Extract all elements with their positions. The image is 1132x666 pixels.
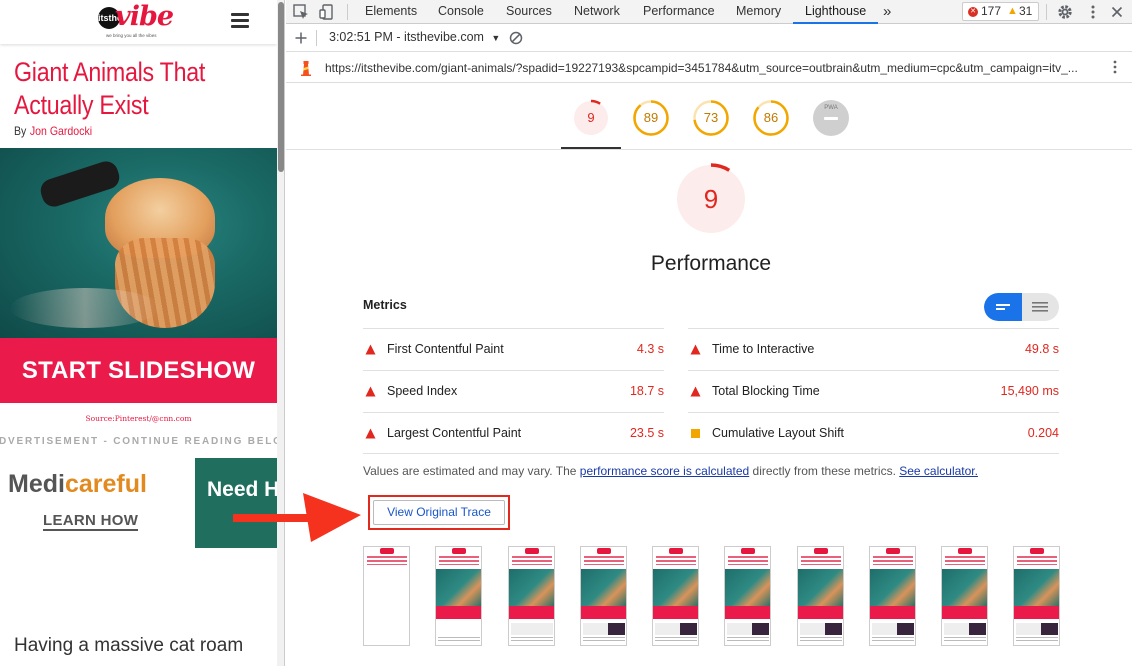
ad-medicareful[interactable]: Medicareful LEARN HOW: [0, 458, 190, 548]
performance-gauge: 9: [675, 163, 747, 235]
filmstrip-frame: [797, 546, 844, 646]
filmstrip-frame: [580, 546, 627, 646]
gauge-best-practices[interactable]: 73: [692, 99, 730, 137]
article-title: Giant Animals That Actually Exist: [14, 57, 206, 120]
site-logo[interactable]: itsthe vibe we bring you all the vibes: [98, 1, 178, 40]
devtools-tabbar: Elements Console Sources Network Perform…: [286, 0, 1132, 24]
metric-speed-index: Speed Index 18.7 s: [363, 370, 664, 412]
view-original-trace-button[interactable]: View Original Trace: [373, 500, 505, 525]
see-calculator-link[interactable]: See calculator.: [899, 464, 978, 478]
report-url-bar: https://itsthevibe.com/giant-animals/?sp…: [286, 52, 1132, 83]
filmstrip-frame: [363, 546, 410, 646]
metric-first-contentful-paint: First Contentful Paint 4.3 s: [363, 328, 664, 370]
report-menu-icon[interactable]: [1106, 58, 1124, 76]
preview-scrollbar-thumb[interactable]: [278, 2, 284, 172]
tab-sources[interactable]: Sources: [506, 0, 552, 24]
lighthouse-report-bar: 3:02:51 PM - itsthevibe.com ▼: [286, 25, 1132, 52]
ad-learn-how-link[interactable]: LEARN HOW: [43, 512, 139, 531]
metrics-view-toggle[interactable]: [984, 293, 1059, 321]
fail-triangle-icon: [365, 386, 376, 397]
warning-count: 31: [1019, 4, 1033, 18]
article-teaser-text: Having a massive cat roam: [14, 635, 244, 656]
ad-label: ADVERTISEMENT - CONTINUE READING BELOW: [0, 436, 277, 447]
expanded-view-button[interactable]: [1022, 293, 1059, 321]
warning-icon: ▲: [1007, 5, 1018, 17]
error-count: 177: [981, 4, 1002, 18]
filmstrip-frame: [869, 546, 916, 646]
report-url: https://itsthevibe.com/giant-animals/?sp…: [325, 61, 1078, 75]
filmstrip-frame: [1013, 546, 1060, 646]
metric-largest-contentful-paint: Largest Contentful Paint 23.5 s: [363, 412, 664, 454]
metrics-disclaimer: Values are estimated and may vary. The p…: [363, 464, 978, 478]
hamburger-menu-icon[interactable]: [231, 13, 249, 28]
filmstrip-frame: [941, 546, 988, 646]
dropdown-arrow-icon: ▼: [491, 33, 501, 43]
site-header: itsthe vibe we bring you all the vibes: [0, 0, 277, 44]
error-icon: ✕: [968, 7, 978, 17]
tab-network[interactable]: Network: [574, 0, 620, 24]
annotation-arrow-icon: [233, 493, 361, 542]
devtools-panel: Elements Console Sources Network Perform…: [286, 0, 1132, 666]
gauge-score: 9: [587, 110, 595, 125]
fail-triangle-icon: [365, 428, 376, 439]
gear-icon[interactable]: [1056, 3, 1074, 21]
performance-score: 9: [703, 184, 719, 214]
compact-view-button[interactable]: [984, 293, 1022, 321]
gauge-pwa[interactable]: PWA: [812, 99, 850, 137]
start-slideshow-button[interactable]: START SLIDESHOW: [0, 338, 277, 403]
issues-counter[interactable]: ✕ 177 ▲ 31: [962, 2, 1039, 21]
ad-brand: Medicareful: [8, 470, 147, 498]
inspect-icon[interactable]: [292, 3, 310, 21]
author-link[interactable]: Jon Gardocki: [30, 124, 92, 138]
image-source-caption: Source:Pinterest/@cnn.com: [85, 414, 192, 423]
fail-triangle-icon: [690, 386, 701, 397]
metric-total-blocking-time: Total Blocking Time 15,490 ms: [688, 370, 1059, 412]
tab-memory[interactable]: Memory: [736, 0, 781, 24]
logo-word: vibe: [115, 1, 174, 32]
score-calculated-link[interactable]: performance score is calculated: [580, 464, 749, 478]
filmstrip-frame: [508, 546, 555, 646]
tab-lighthouse[interactable]: Lighthouse: [793, 0, 879, 24]
byline: By Jon Gardocki: [14, 124, 92, 138]
tab-elements[interactable]: Elements: [365, 0, 417, 24]
metrics-header: Metrics: [363, 298, 407, 312]
clear-icon[interactable]: [507, 29, 525, 47]
close-icon[interactable]: [1108, 3, 1126, 21]
gauge-accessibility[interactable]: 89: [632, 99, 670, 137]
fail-triangle-icon: [365, 344, 376, 355]
pwa-label: PWA: [824, 105, 838, 111]
fail-triangle-icon: [690, 344, 701, 355]
kebab-menu-icon[interactable]: [1084, 3, 1102, 21]
more-tabs-chevron-icon[interactable]: »: [883, 0, 891, 24]
lighthouse-icon: [299, 59, 313, 76]
gauge-seo[interactable]: 86: [752, 99, 790, 137]
device-toggle-icon[interactable]: [318, 3, 336, 21]
gauge-performance[interactable]: 9: [572, 99, 610, 137]
filmstrip-frame: [435, 546, 482, 646]
metric-time-to-interactive: Time to Interactive 49.8 s: [688, 328, 1059, 370]
logo-tagline: we bring you all the vibes: [106, 33, 157, 38]
tab-console[interactable]: Console: [438, 0, 484, 24]
site-preview: itsthe vibe we bring you all the vibes G…: [0, 0, 277, 666]
filmstrip-frame: [724, 546, 771, 646]
metric-cumulative-layout-shift: Cumulative Layout Shift 0.204: [688, 412, 1059, 454]
filmstrip-frame: [652, 546, 699, 646]
tab-performance[interactable]: Performance: [643, 0, 715, 24]
report-selector-label: 3:02:51 PM - itsthevibe.com: [329, 30, 484, 44]
byline-prefix: By: [14, 124, 27, 138]
gauge-score: 73: [703, 110, 719, 125]
report-selector[interactable]: 3:02:51 PM - itsthevibe.com ▼: [329, 30, 500, 44]
gauge-score: 89: [643, 110, 659, 125]
gauge-score: 86: [763, 110, 779, 125]
average-square-icon: [691, 429, 700, 438]
category-title: Performance: [650, 252, 772, 275]
plus-icon[interactable]: [292, 29, 310, 47]
hero-image: [0, 148, 277, 338]
